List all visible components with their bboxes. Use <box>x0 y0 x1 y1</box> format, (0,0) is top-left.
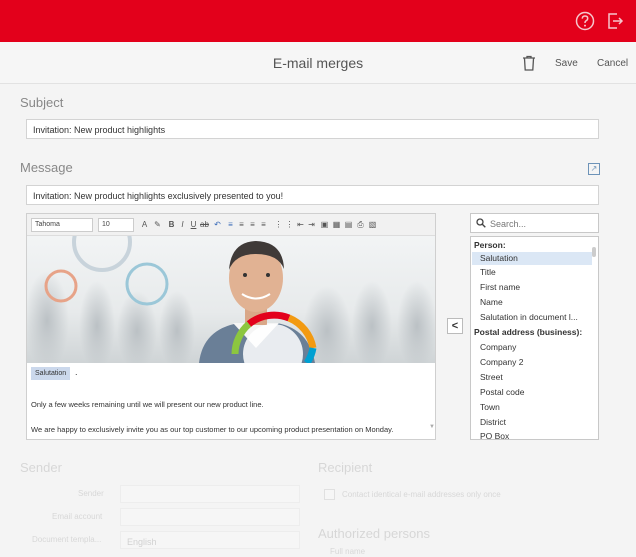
highlight-button[interactable]: ✎ <box>153 219 162 230</box>
subject-label: Subject <box>20 95 64 110</box>
undo-icon[interactable]: ↶ <box>213 219 222 230</box>
title-bar: E-mail merges Save Cancel <box>0 42 636 84</box>
editor-line-2: We are happy to exclusively invite you a… <box>31 425 394 434</box>
outdent-icon[interactable]: ⇤ <box>296 219 305 230</box>
field-item-first-name[interactable]: First name <box>472 281 592 294</box>
field-list-scrollbar[interactable] <box>592 247 596 257</box>
field-item-company-2[interactable]: Company 2 <box>472 356 592 369</box>
field-item-name[interactable]: Name <box>472 296 592 309</box>
field-item-salutation[interactable]: Salutation <box>472 252 592 265</box>
salutation-placeholder[interactable]: Salutation <box>31 367 71 380</box>
font-size-select[interactable]: 10 <box>98 218 134 232</box>
field-item-town[interactable]: Town <box>472 401 592 414</box>
field-group-person: Person: <box>474 240 506 250</box>
align-center-icon[interactable]: ≡ <box>237 219 246 230</box>
source-icon[interactable]: ▧ <box>368 219 377 230</box>
sender-input[interactable] <box>120 485 300 503</box>
field-item-salutation-document[interactable]: Salutation in document l... <box>472 311 592 324</box>
contact-once-checkbox[interactable] <box>324 489 335 500</box>
justify-icon[interactable]: ≡ <box>259 219 268 230</box>
insert-field-button[interactable]: < <box>447 318 463 334</box>
field-item-company[interactable]: Company <box>472 341 592 354</box>
align-right-icon[interactable]: ≡ <box>248 219 257 230</box>
page-title: E-mail merges <box>272 55 364 71</box>
logout-icon[interactable] <box>605 11 625 31</box>
subject-input[interactable]: Invitation: New product highlights <box>26 119 599 139</box>
field-item-postal-code[interactable]: Postal code <box>472 386 592 399</box>
merge-field-list[interactable]: Person: Salutation Title First name Name… <box>470 236 599 440</box>
editor-scroll-arrow-icon[interactable]: ▼ <box>429 424 435 430</box>
font-family-select[interactable]: Tahoma <box>31 218 93 232</box>
editor-line-1: Only a few weeks remaining until we will… <box>31 400 264 409</box>
field-item-district[interactable]: District <box>472 416 592 429</box>
email-account-select[interactable] <box>120 508 300 526</box>
header-image <box>27 236 435 363</box>
ordered-list-icon[interactable]: ⋮ <box>274 219 283 230</box>
cancel-button[interactable]: Cancel <box>597 58 628 69</box>
insert-table-icon[interactable]: ▦ <box>332 219 341 230</box>
authorized-persons-label: Authorized persons <box>318 526 431 541</box>
message-editor[interactable]: Tahoma 10 A ✎ B I U ab ↶ ≡ ≡ ≡ ≡ ⋮ ⋮ ⇤ ⇥… <box>26 213 436 440</box>
top-bar <box>0 0 636 42</box>
field-group-postal-address: Postal address (business): <box>474 327 583 337</box>
document-template-select[interactable]: English <box>120 531 300 549</box>
indent-icon[interactable]: ⇥ <box>307 219 316 230</box>
align-left-icon[interactable]: ≡ <box>226 219 235 230</box>
search-icon <box>476 218 486 228</box>
italic-button[interactable]: I <box>178 219 187 230</box>
bullet-list-icon[interactable]: ⋮ <box>285 219 294 230</box>
trash-icon[interactable] <box>522 55 536 71</box>
sender-field-label: Sender <box>78 489 104 498</box>
field-item-po-box[interactable]: PO Box <box>472 430 592 439</box>
strike-button[interactable]: ab <box>200 219 209 230</box>
document-template-label: Document templa... <box>32 535 102 544</box>
recipient-label: Recipient <box>318 460 373 475</box>
field-item-title[interactable]: Title <box>472 266 592 279</box>
bold-button[interactable]: B <box>167 219 176 230</box>
editor-toolbar: Tahoma 10 A ✎ B I U ab ↶ ≡ ≡ ≡ ≡ ⋮ ⋮ ⇤ ⇥… <box>27 214 435 236</box>
message-subject-input[interactable]: Invitation: New product highlights exclu… <box>26 185 599 205</box>
contact-once-label: Contact identical e-mail addresses only … <box>342 490 501 499</box>
insert-image-icon[interactable]: ▣ <box>320 219 329 230</box>
email-account-label: Email account <box>52 512 103 521</box>
print-icon[interactable]: ⎙ <box>356 219 365 230</box>
salutation-punctuation: . <box>75 367 78 377</box>
save-button[interactable]: Save <box>555 58 578 69</box>
field-search[interactable]: Search... <box>470 213 599 233</box>
field-item-street[interactable]: Street <box>472 371 592 384</box>
help-icon[interactable] <box>575 11 595 31</box>
insert-link-icon[interactable]: ▤ <box>344 219 353 230</box>
underline-button[interactable]: U <box>189 219 198 230</box>
message-label: Message <box>20 160 73 175</box>
sender-label: Sender <box>20 460 62 475</box>
field-search-placeholder: Search... <box>490 219 527 229</box>
font-color-button[interactable]: A <box>140 219 149 230</box>
expand-icon[interactable]: ↗ <box>588 163 600 175</box>
full-name-label: Full name <box>330 547 366 556</box>
